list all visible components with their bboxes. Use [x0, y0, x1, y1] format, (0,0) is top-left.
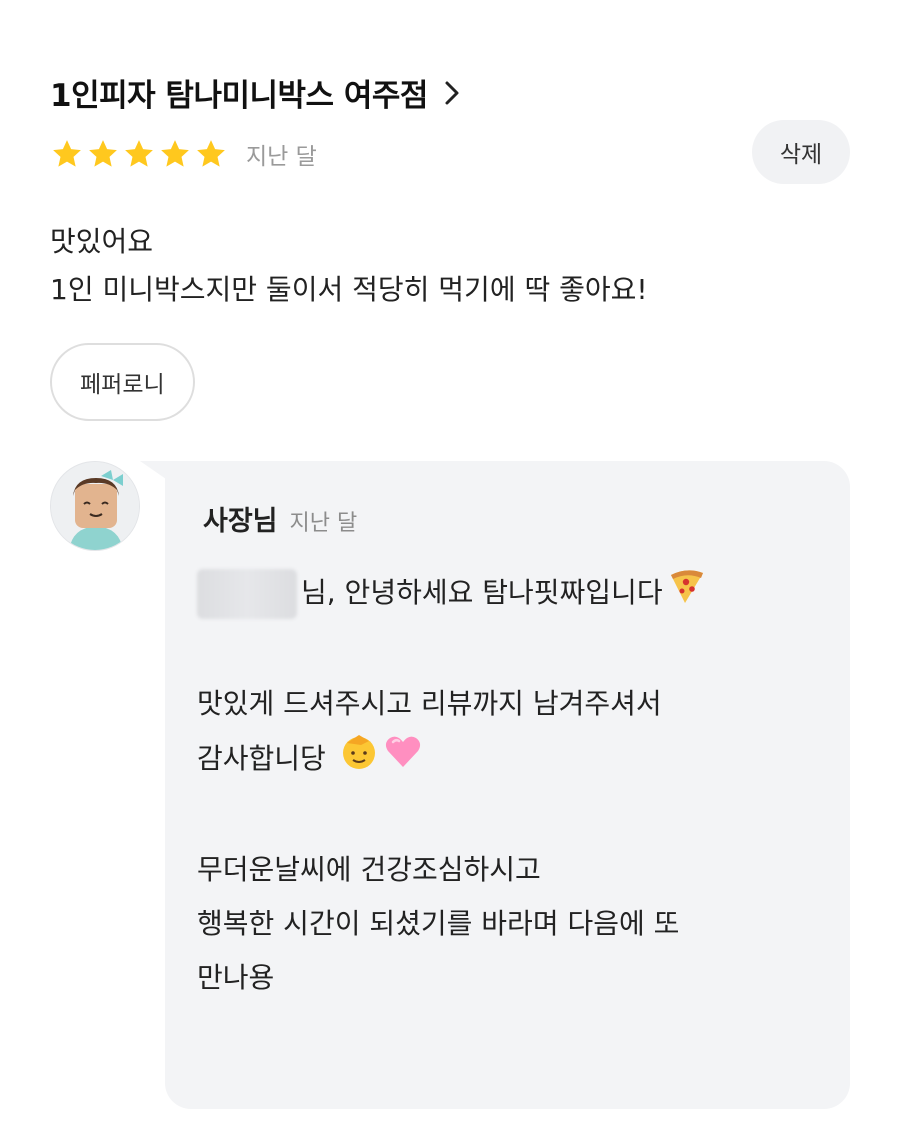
reply-header: 사장님 지난 달 — [203, 499, 357, 538]
reply-thanks: 감사합니당 — [197, 742, 326, 775]
menu-tag[interactable]: 페퍼로니 — [50, 343, 195, 421]
reply-body: 님, 안녕하세요 탐나핏짜입니다 맛있게 드셔주시고 리뷰까지 남겨주셔서 감사… — [197, 565, 817, 1005]
store-link[interactable]: 1인피자 탐나미니박스 여주점 — [50, 70, 466, 115]
star-icon — [161, 140, 189, 167]
store-name: 1인피자 탐나미니박스 여주점 — [50, 78, 428, 114]
pink-heart-emoji — [383, 731, 423, 789]
reply-date: 지난 달 — [289, 511, 358, 536]
review-date: 지난 달 — [246, 144, 317, 170]
delete-button[interactable]: 삭제 — [752, 120, 850, 184]
star-icon — [53, 140, 81, 167]
owner-avatar — [50, 461, 140, 551]
review-text-line: 1인 미니박스지만 둘이서 적당히 먹기에 딱 좋아요! — [50, 273, 648, 306]
reply-line: 만나용 — [197, 961, 275, 994]
reply-bubble-tail — [140, 461, 166, 479]
review-text: 맛있어요 1인 미니박스지만 둘이서 적당히 먹기에 딱 좋아요! — [50, 218, 648, 314]
blurred-username — [197, 569, 297, 619]
reply-greeting: 님, 안녕하세요 탐나핏짜입니다 — [301, 576, 663, 609]
chevron-right-icon — [442, 78, 466, 108]
star-icon — [197, 140, 225, 167]
reply-line: 님, 안녕하세요 탐나핏짜입니다 — [197, 565, 817, 623]
owner-name: 사장님 — [203, 506, 278, 537]
reply-line: 감사합니당 — [197, 731, 817, 789]
reply-line: 행복한 시간이 되셨기를 바라며 다음에 또 — [197, 907, 680, 940]
rating-row: 지난 달 — [50, 137, 317, 171]
star-rating — [50, 137, 228, 171]
saluting-face-emoji — [339, 731, 379, 789]
review-text-line: 맛있어요 — [50, 225, 154, 258]
owner-reply: 사장님 지난 달 님, 안녕하세요 탐나핏짜입니다 맛있게 드셔주시고 리뷰까지… — [165, 461, 850, 1109]
star-icon — [125, 140, 153, 167]
star-icon — [89, 140, 117, 167]
reply-line: 무더운날씨에 건강조심하시고 — [197, 853, 541, 886]
pizza-emoji — [667, 565, 707, 623]
reply-line: 맛있게 드셔주시고 리뷰까지 남겨주셔서 — [197, 687, 662, 720]
